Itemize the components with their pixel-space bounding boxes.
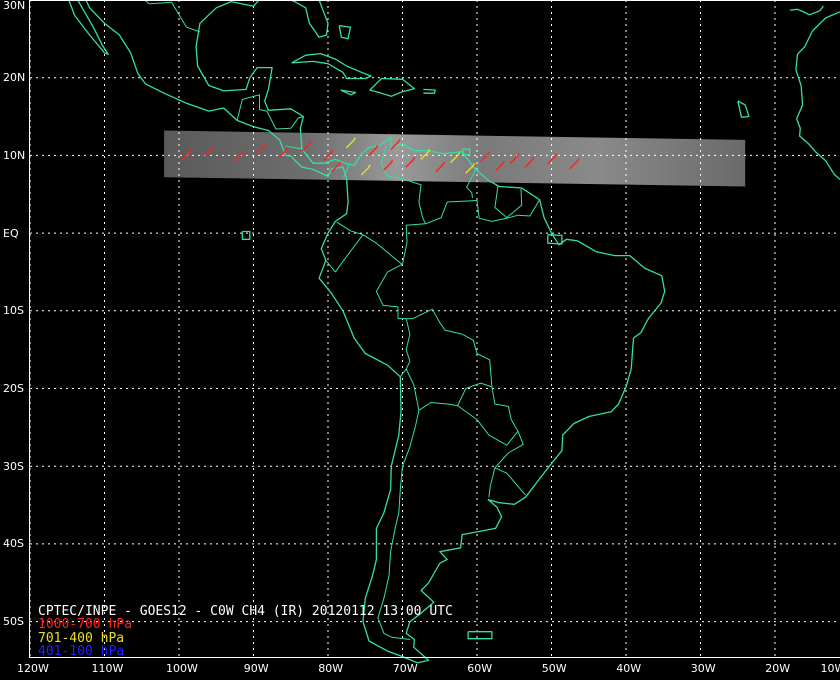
lon-label: 20W (765, 662, 791, 675)
lon-label: 110W (91, 662, 124, 675)
lon-label: 10W (820, 662, 840, 675)
lon-label: 100W (166, 662, 198, 675)
lon-label: 60W (467, 662, 493, 675)
lat-label: 10S (3, 304, 24, 318)
lat-label: 30S (3, 459, 24, 473)
lat-label: 30N (3, 0, 26, 12)
lat-label: 20S (3, 382, 24, 395)
lon-label: 50W (541, 662, 567, 675)
lon-label: 80W (318, 662, 344, 675)
lat-label: 20N (3, 71, 26, 85)
legend-low-level: 1000-700 hPa (38, 617, 132, 632)
lon-label: 40W (616, 662, 642, 675)
legend-high-level: 401-100 hPa (38, 644, 125, 659)
lon-label: 70W (392, 662, 418, 675)
lon-label: 30W (690, 662, 716, 675)
lat-label: 40S (3, 537, 24, 551)
lat-label: 50S (3, 615, 24, 629)
satellite-map (0, 0, 840, 680)
lat-label: EQ (3, 226, 19, 240)
lon-label: 120W (17, 662, 49, 675)
lon-label: 90W (243, 662, 269, 675)
lat-label: 10N (3, 148, 26, 162)
